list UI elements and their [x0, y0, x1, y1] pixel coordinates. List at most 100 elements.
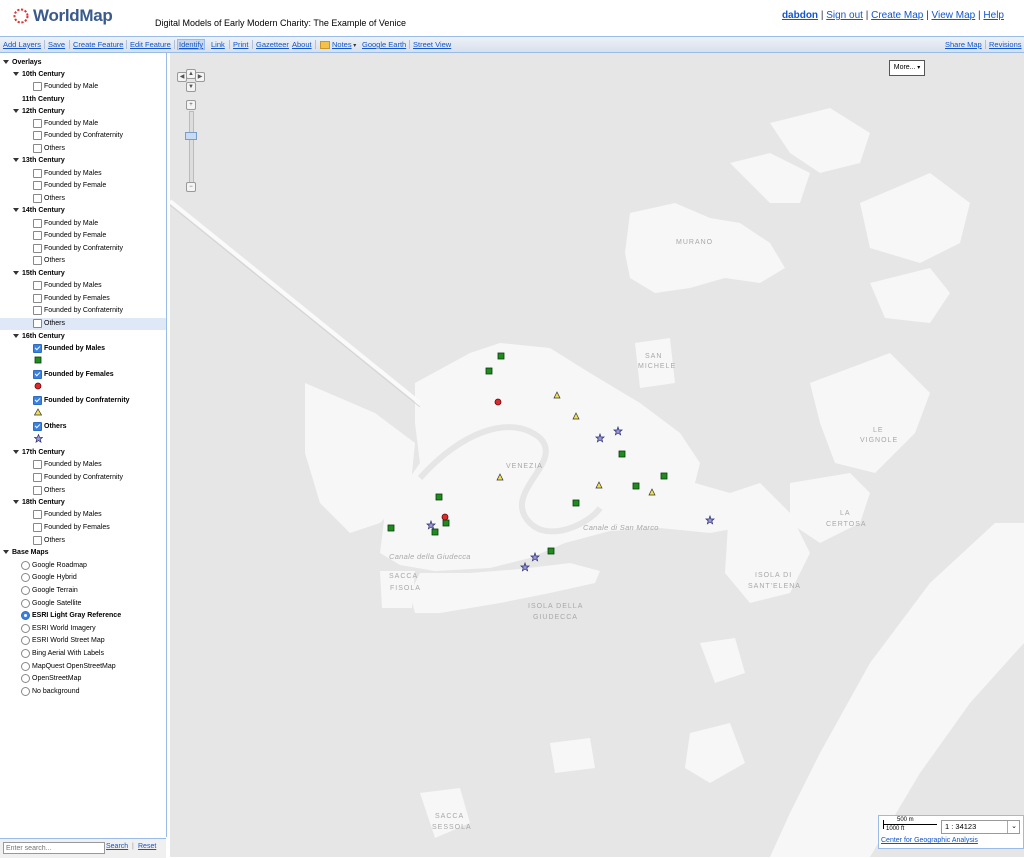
basemap-radio[interactable]: [21, 635, 30, 645]
layer-item[interactable]: Founded by Male: [33, 218, 98, 230]
layer-item[interactable]: Founded by Confraternity: [33, 472, 123, 484]
layer-item[interactable]: Founded by Males: [33, 168, 102, 180]
basemap-option[interactable]: Google Hybrid: [21, 572, 77, 584]
google-earth-button[interactable]: Google Earth: [362, 40, 406, 49]
layer-checkbox[interactable]: [33, 193, 42, 203]
group-14th-century[interactable]: 14th Century: [13, 205, 65, 217]
map-viewport[interactable]: MURANO SAN MICHELE VENEZIA LE VIGNOLE LA…: [170, 53, 1024, 857]
marker-female[interactable]: [441, 513, 449, 521]
layer-checkbox[interactable]: [33, 218, 42, 228]
marker-male[interactable]: [632, 482, 640, 490]
layer-checkbox[interactable]: [33, 509, 42, 519]
basemap-radio[interactable]: [21, 572, 30, 582]
add-layers-button[interactable]: Add Layers: [3, 40, 41, 49]
layer-item[interactable]: Founded by Confraternity: [33, 130, 123, 142]
zoom-in-icon[interactable]: +: [186, 100, 196, 110]
zoom-slider-handle[interactable]: [185, 132, 197, 140]
layer-checkbox-checked[interactable]: [33, 395, 42, 405]
edit-feature-button[interactable]: Edit Feature: [130, 40, 171, 49]
basemap-radio[interactable]: [21, 598, 30, 608]
basemap-option[interactable]: No background: [21, 686, 79, 698]
marker-male[interactable]: [547, 547, 555, 555]
sign-out-link[interactable]: Sign out: [826, 10, 863, 21]
pan-left-icon[interactable]: ◀: [177, 72, 187, 82]
basemap-radio[interactable]: [21, 560, 30, 570]
pan-right-icon[interactable]: ▶: [195, 72, 205, 82]
layer-checkbox[interactable]: [33, 535, 42, 545]
group-16th-century[interactable]: 16th Century: [13, 331, 65, 343]
layer-item[interactable]: Others: [33, 535, 65, 547]
more-button[interactable]: More... ▾: [889, 60, 925, 76]
basemap-radio[interactable]: [21, 585, 30, 595]
layer-checkbox[interactable]: [33, 293, 42, 303]
reset-button[interactable]: Reset: [138, 843, 156, 850]
layer-item[interactable]: Founded by Confraternity: [33, 243, 123, 255]
group-18th-century[interactable]: 18th Century: [13, 497, 65, 509]
revisions-button[interactable]: Revisions: [989, 40, 1022, 49]
notes-button[interactable]: Notes ▾: [320, 40, 356, 50]
group-12th-century[interactable]: 12th Century: [13, 106, 65, 118]
group-11th-century[interactable]: 11th Century: [22, 94, 64, 106]
marker-male[interactable]: [618, 450, 626, 458]
marker-male[interactable]: [387, 524, 395, 532]
layer-item[interactable]: Founded by Confraternity: [33, 395, 130, 407]
layer-checkbox[interactable]: [33, 255, 42, 265]
share-map-button[interactable]: Share Map: [945, 40, 982, 49]
print-button[interactable]: Print: [233, 40, 248, 49]
group-17th-century[interactable]: 17th Century: [13, 447, 65, 459]
marker-male[interactable]: [572, 499, 580, 507]
layer-item[interactable]: Others: [33, 143, 65, 155]
marker-male[interactable]: [435, 493, 443, 501]
help-link[interactable]: Help: [983, 10, 1004, 21]
basemap-option[interactable]: Google Satellite: [21, 598, 81, 610]
basemap-option[interactable]: ESRI World Imagery: [21, 623, 96, 635]
layer-item[interactable]: Founded by Confraternity: [33, 305, 123, 317]
basemap-radio[interactable]: [21, 623, 30, 633]
gazetteer-button[interactable]: Gazetteer: [256, 40, 289, 49]
basemap-radio-selected[interactable]: [21, 610, 30, 620]
layer-item[interactable]: Others: [33, 255, 65, 267]
layer-item[interactable]: Founded by Males: [33, 280, 102, 292]
marker-male[interactable]: [442, 519, 450, 527]
layer-item[interactable]: Others: [33, 193, 65, 205]
layer-item[interactable]: Founded by Female: [33, 180, 106, 192]
layer-item[interactable]: Founded by Males: [33, 459, 102, 471]
layer-item[interactable]: Founded by Males: [33, 343, 105, 355]
pan-down-icon[interactable]: ▼: [186, 82, 196, 92]
layer-item[interactable]: Founded by Male: [33, 81, 98, 93]
group-10th-century[interactable]: 10th Century: [13, 69, 65, 81]
basemap-option[interactable]: Google Terrain: [21, 585, 78, 597]
layer-item[interactable]: Founded by Females: [33, 293, 110, 305]
layer-checkbox[interactable]: [33, 522, 42, 532]
identify-button[interactable]: Identify: [177, 39, 206, 50]
about-button[interactable]: About: [292, 40, 312, 49]
layer-checkbox[interactable]: [33, 243, 42, 253]
basemap-radio[interactable]: [21, 661, 30, 671]
layer-checkbox[interactable]: [33, 485, 42, 495]
attribution-link[interactable]: Center for Geographic Analysis: [881, 837, 978, 844]
search-button[interactable]: Search: [106, 843, 128, 850]
layer-checkbox-checked[interactable]: [33, 343, 42, 353]
marker-male[interactable]: [431, 528, 439, 536]
basemap-radio[interactable]: [21, 648, 30, 658]
create-feature-button[interactable]: Create Feature: [73, 40, 123, 49]
basemap-option[interactable]: ESRI World Street Map: [21, 635, 105, 647]
zoom-slider-track[interactable]: [189, 111, 194, 183]
layer-item[interactable]: Others: [33, 421, 67, 433]
layer-item[interactable]: Founded by Females: [33, 369, 114, 381]
layer-item[interactable]: Founded by Males: [33, 509, 102, 521]
basemap-radio[interactable]: [21, 673, 30, 683]
zoom-out-icon[interactable]: −: [186, 182, 196, 192]
layer-checkbox-checked[interactable]: [33, 369, 42, 379]
layer-item[interactable]: Others: [33, 485, 65, 497]
marker-male[interactable]: [497, 352, 505, 360]
basemap-option[interactable]: Google Roadmap: [21, 560, 87, 572]
basemap-option[interactable]: MapQuest OpenStreetMap: [21, 661, 116, 673]
overlays-node[interactable]: Overlays: [3, 57, 42, 69]
layer-checkbox[interactable]: [33, 118, 42, 128]
basemaps-node[interactable]: Base Maps: [3, 547, 49, 559]
layer-item-selected[interactable]: Others: [0, 318, 166, 330]
link-button[interactable]: Link: [211, 40, 225, 49]
basemap-option[interactable]: OpenStreetMap: [21, 673, 81, 685]
marker-male[interactable]: [485, 367, 493, 375]
